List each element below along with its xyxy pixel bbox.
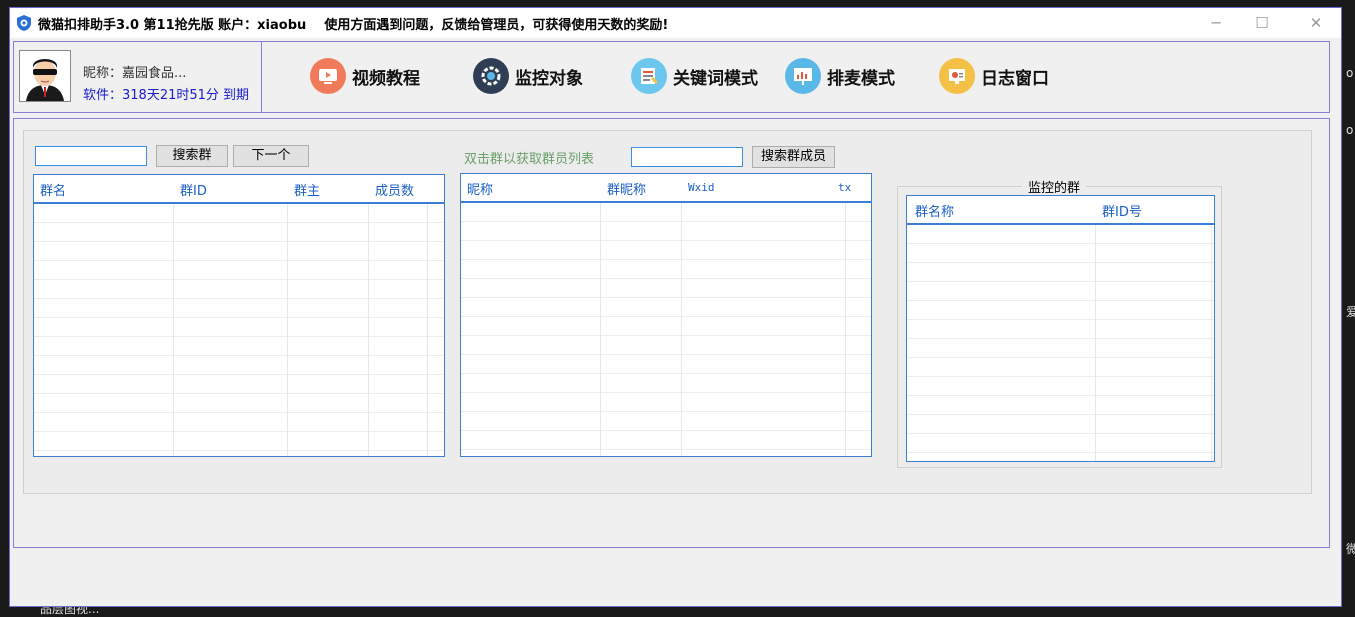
- table-body[interactable]: [907, 225, 1214, 461]
- column-header[interactable]: 昵称: [467, 179, 493, 198]
- nav-label: 监控对象: [515, 68, 583, 89]
- monitored-groups-box: 监控的群 群名称 群ID号: [897, 177, 1222, 468]
- double-click-hint: 双击群以获取群员列表: [464, 152, 595, 167]
- maximize-button[interactable]: ☐: [1239, 8, 1285, 38]
- member-search-input[interactable]: [631, 147, 743, 167]
- log-icon: [939, 58, 975, 94]
- nav-label: 关键词模式: [673, 68, 758, 89]
- groups-table[interactable]: 群名 群ID 群主 成员数: [33, 174, 445, 457]
- nickname-label: 昵称：嘉园食品...: [83, 66, 187, 81]
- video-icon: [310, 58, 346, 94]
- main-area: 搜索群 下一个 群名 群ID 群主 成员数 双击群以获取群员列表 搜索群成员 昵…: [13, 118, 1330, 548]
- user-info: 昵称：嘉园食品... 软件：318天21时51分 到期: [14, 42, 262, 112]
- nav-label: 排麦模式: [827, 68, 895, 89]
- background-fragment: o: [1346, 66, 1354, 80]
- search-group-button[interactable]: 搜索群: [156, 145, 228, 167]
- column-header[interactable]: 群ID号: [1102, 201, 1142, 220]
- title-bar: 微猫扣排助手3.0 第11抢先版 账户：xiaobu 使用方面遇到问题，反馈给管…: [10, 8, 1341, 38]
- column-header[interactable]: 群主: [294, 180, 320, 199]
- mic-queue-mode-button[interactable]: 排麦模式: [785, 56, 895, 96]
- column-header[interactable]: 成员数: [375, 180, 414, 199]
- column-header[interactable]: tx: [838, 181, 851, 194]
- background-fragment: 微: [1346, 542, 1355, 556]
- background-fragment: 爱: [1346, 305, 1355, 319]
- keyword-icon: [631, 58, 667, 94]
- table-body[interactable]: [461, 203, 871, 456]
- content-panel: 搜索群 下一个 群名 群ID 群主 成员数 双击群以获取群员列表 搜索群成员 昵…: [23, 130, 1312, 494]
- close-button[interactable]: ✕: [1293, 8, 1339, 38]
- table-header: 群名 群ID 群主 成员数: [34, 175, 444, 204]
- table-body[interactable]: [34, 204, 444, 456]
- background-fragment: o: [1346, 123, 1354, 137]
- nav-label: 视频教程: [352, 68, 420, 89]
- nav-label: 日志窗口: [981, 68, 1049, 89]
- window-title: 微猫扣排助手3.0 第11抢先版 账户：xiaobu 使用方面遇到问题，反馈给管…: [38, 18, 669, 33]
- group-search-input[interactable]: [35, 146, 147, 166]
- expiry-label: 软件：318天21时51分 到期: [83, 88, 250, 103]
- avatar-image: [26, 59, 64, 101]
- monitored-groups-title: 监控的群: [1022, 177, 1087, 196]
- log-window-button[interactable]: 日志窗口: [939, 56, 1049, 96]
- column-header[interactable]: 群昵称: [607, 179, 646, 198]
- table-header: 昵称 群昵称 Wxid tx: [461, 174, 871, 203]
- keyword-mode-button[interactable]: 关键词模式: [631, 56, 758, 96]
- monitored-groups-table[interactable]: 群名称 群ID号: [906, 195, 1215, 462]
- avatar: [19, 50, 71, 102]
- column-header[interactable]: 群ID: [180, 180, 207, 199]
- table-header: 群名称 群ID号: [907, 196, 1214, 225]
- monitor-target-button[interactable]: 监控对象: [473, 56, 583, 96]
- column-header[interactable]: 群名: [40, 180, 66, 199]
- column-header[interactable]: Wxid: [688, 181, 715, 194]
- video-tutorial-button[interactable]: 视频教程: [310, 56, 420, 96]
- next-button[interactable]: 下一个: [233, 145, 309, 167]
- chart-icon: [785, 58, 821, 94]
- shield-icon: [17, 15, 31, 31]
- header-bar: 昵称：嘉园食品... 软件：318天21时51分 到期 视频教程 监控对象 关键…: [13, 41, 1330, 113]
- members-table[interactable]: 昵称 群昵称 Wxid tx: [460, 173, 872, 457]
- minimize-button[interactable]: ─: [1193, 8, 1239, 38]
- gear-icon: [473, 58, 509, 94]
- column-header[interactable]: 群名称: [915, 201, 954, 220]
- app-window: 微猫扣排助手3.0 第11抢先版 账户：xiaobu 使用方面遇到问题，反馈给管…: [9, 7, 1342, 607]
- search-members-button[interactable]: 搜索群成员: [752, 146, 835, 168]
